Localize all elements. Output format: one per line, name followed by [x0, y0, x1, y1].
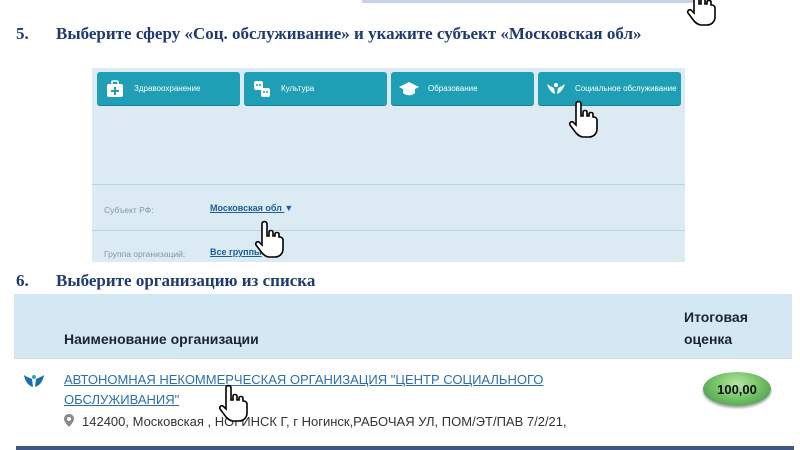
column-header-score[interactable]: Итоговая оценка: [684, 306, 748, 350]
top-divider: [362, 0, 712, 3]
medical-bag-icon: [104, 78, 126, 100]
sector-button-culture[interactable]: Культура: [244, 72, 387, 105]
panel-divider: [92, 230, 685, 231]
column-header-name[interactable]: Наименование организации: [64, 331, 259, 347]
region-label: Субъект РФ:: [104, 205, 154, 215]
hand-pointer-icon: [568, 100, 598, 138]
graduation-cap-icon: [398, 78, 420, 100]
region-dropdown[interactable]: Московская обл ▼: [210, 203, 293, 213]
step-number: 6.: [16, 271, 29, 290]
column-header-score-line1: Итоговая: [684, 309, 748, 325]
theater-masks-icon: [251, 78, 273, 100]
caret-down-icon: ▼: [284, 203, 294, 213]
location-pin-icon: [64, 414, 74, 427]
step-text: Выберите организацию из списка: [56, 271, 316, 290]
sector-label: Культура: [281, 84, 315, 93]
sector-label: Здравоохранение: [134, 84, 201, 93]
organization-name-line2: ОБСЛУЖИВАНИЯ": [64, 392, 180, 407]
bottom-divider: [16, 446, 794, 450]
hand-pointer-icon: [218, 384, 248, 422]
table-header: Наименование организации Итоговая оценка: [14, 294, 792, 358]
organization-name-line1: АВТОНОМНАЯ НЕКОММЕРЧЕСКАЯ ОРГАНИЗАЦИЯ "Ц…: [64, 372, 544, 387]
caring-hands-icon: [22, 372, 46, 397]
caring-hands-icon: [545, 78, 567, 100]
step-6-heading: 6. Выберите организацию из списка: [16, 271, 315, 291]
step-number: 5.: [16, 24, 29, 43]
panel-divider: [92, 184, 685, 185]
sector-label: Социальное обслуживание: [575, 84, 677, 93]
region-value: Московская обл: [210, 203, 282, 213]
hand-pointer-icon: [686, 0, 716, 26]
step-5-heading: 5. Выберите сферу «Соц. обслуживание» и у…: [16, 24, 641, 44]
organization-address: 142400, Московская , НОГИНСК Г, г Ногинс…: [64, 414, 567, 429]
hand-pointer-icon: [254, 220, 284, 258]
sector-button-education[interactable]: Образование: [391, 72, 534, 105]
address-text: 142400, Московская , НОГИНСК Г, г Ногинс…: [82, 414, 567, 429]
column-header-score-line2: оценка: [684, 331, 733, 347]
row-divider: [14, 358, 792, 359]
sector-label: Образование: [428, 84, 478, 93]
sector-button-social-service[interactable]: Социальное обслуживание: [538, 72, 681, 105]
sector-filter-panel: Здравоохранение Культура Образование Соц…: [92, 68, 685, 262]
step-text: Выберите сферу «Соц. обслуживание» и ука…: [56, 24, 642, 43]
score-badge: 100,00: [703, 372, 771, 406]
sector-button-healthcare[interactable]: Здравоохранение: [97, 72, 240, 105]
organization-link[interactable]: АВТОНОМНАЯ НЕКОММЕРЧЕСКАЯ ОРГАНИЗАЦИЯ "Ц…: [64, 370, 624, 410]
group-label: Группа организаций:: [104, 249, 186, 259]
